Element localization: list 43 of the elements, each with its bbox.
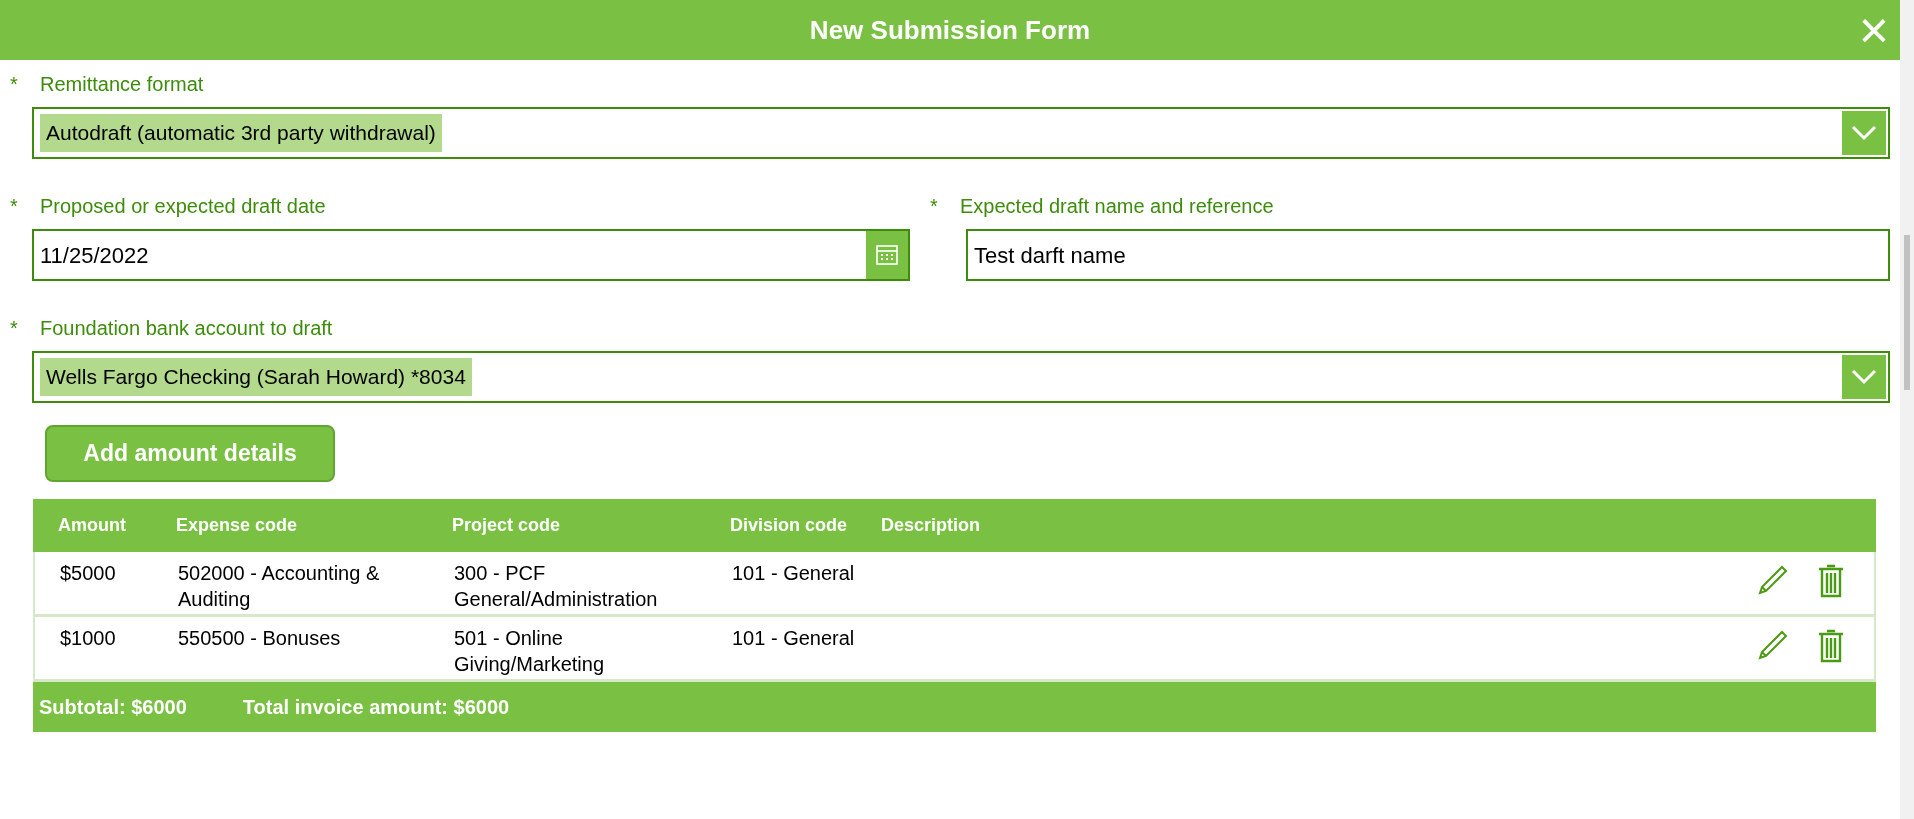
required-asterisk: * — [9, 315, 19, 341]
table-cell-text: $5000 — [60, 561, 117, 586]
trash-icon[interactable] — [1818, 629, 1844, 663]
required-asterisk: * — [9, 71, 19, 97]
calendar-button[interactable] — [866, 231, 908, 279]
field-value: Test darft name — [974, 241, 1126, 270]
pencil-icon[interactable] — [1756, 630, 1788, 662]
field-value: 11/25/2022 — [40, 241, 149, 270]
field-label: Expected draft name and reference — [960, 193, 1274, 219]
field-label: Foundation bank account to draft — [40, 315, 333, 341]
column-header: Project code — [452, 514, 562, 537]
total-label: Subtotal: $6000 — [39, 695, 187, 720]
field-label: Remittance format — [40, 71, 204, 97]
input-field[interactable]: Test darft name — [966, 229, 1890, 281]
column-header: Description — [881, 514, 982, 537]
required-asterisk: * — [929, 193, 939, 219]
table-cell-text: 300 - PCF General/Administration — [454, 561, 659, 612]
table-cell-text: 501 - Online Giving/Marketing — [454, 626, 606, 677]
column-header: Division code — [730, 514, 849, 537]
table-cell-text: $1000 — [60, 626, 117, 651]
table-cell-text: 101 - General — [732, 561, 856, 586]
chevron-down-icon — [1851, 369, 1877, 385]
column-header: Expense code — [176, 514, 299, 537]
table-cell-text: 550500 - Bonuses — [178, 626, 342, 651]
table-cell-text: 101 - General — [732, 626, 856, 651]
date-field[interactable]: 11/25/2022 — [32, 229, 910, 281]
field-label: Proposed or expected draft date — [40, 193, 326, 219]
total-label: Total invoice amount: $6000 — [242, 695, 510, 720]
column-header: Amount — [58, 514, 127, 537]
required-asterisk: * — [9, 193, 19, 219]
table-cell-text: 502000 - Accounting & Auditing — [178, 561, 381, 612]
chevron-down-icon — [1851, 125, 1877, 141]
selected-option: Wells Fargo Checking (Sarah Howard) *8034 — [40, 358, 472, 396]
selected-option: Autodraft (automatic 3rd party withdrawal) — [40, 114, 442, 152]
window-title: New Submission Form — [809, 13, 1091, 47]
pencil-icon[interactable] — [1756, 565, 1788, 597]
trash-icon[interactable] — [1818, 564, 1844, 598]
dropdown-field[interactable]: Wells Fargo Checking (Sarah Howard) *8034 — [32, 351, 1890, 403]
calendar-icon — [876, 245, 898, 265]
scrollbar-thumb[interactable] — [1904, 235, 1910, 390]
dropdown-field[interactable]: Autodraft (automatic 3rd party withdrawal) — [32, 107, 1890, 159]
dropdown-button[interactable] — [1842, 111, 1886, 155]
dropdown-button[interactable] — [1842, 355, 1886, 399]
